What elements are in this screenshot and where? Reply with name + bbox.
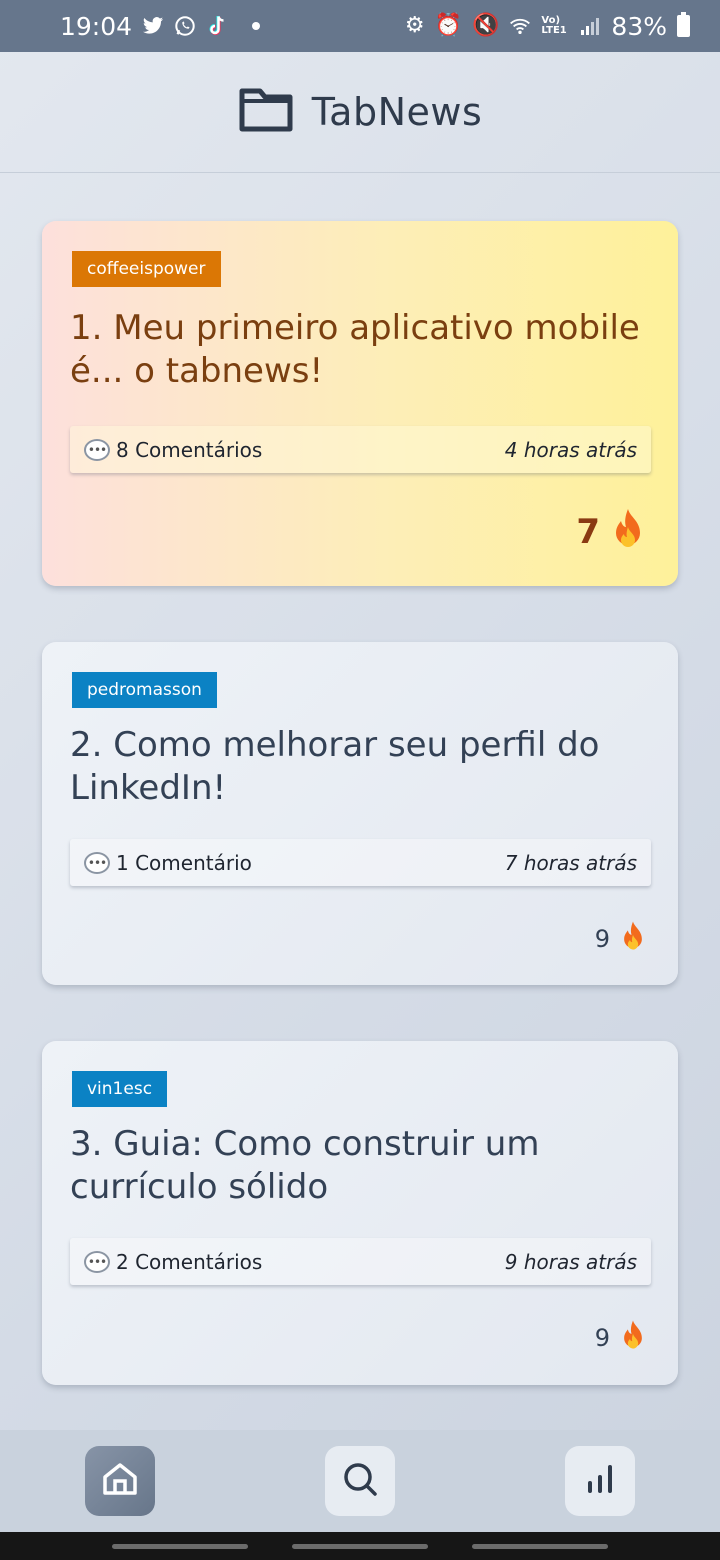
status-left: 19:04 (60, 11, 261, 41)
whatsapp-icon (174, 15, 196, 37)
comments-label: 8 Comentários (116, 437, 263, 462)
post-title[interactable]: 3. Guia: Como construir um currículo sól… (70, 1123, 644, 1209)
post-time: 9 horas atrás (504, 1249, 637, 1274)
battery-saver-icon: ⚙ (404, 13, 425, 38)
comments-label: 2 Comentários (116, 1249, 263, 1274)
status-right: ⚙ ⏰ 🔇 Vo) LTE1 83% (405, 12, 690, 41)
battery-percent: 83% (611, 11, 667, 41)
post-meta: ••• 1 Comentário 7 horas atrás (70, 839, 651, 886)
comments-label: 1 Comentário (116, 850, 252, 875)
battery-icon (677, 12, 690, 37)
home-icon (100, 1459, 140, 1503)
vote-count: 9 (594, 925, 610, 953)
post-time: 4 horas atrás (504, 437, 637, 462)
comment-icon: ••• (84, 438, 110, 461)
vote-count: 9 (594, 1324, 610, 1352)
vote-count: 7 (576, 512, 600, 552)
comment-icon: ••• (84, 851, 110, 874)
post-card[interactable]: pedromasson 2. Como melhorar seu perfil … (42, 642, 678, 985)
notification-dot-icon (252, 22, 261, 30)
vote-group[interactable]: 7 (576, 507, 648, 557)
fire-icon[interactable] (608, 507, 648, 557)
tiktok-icon (206, 15, 228, 37)
wifi-icon (509, 15, 531, 37)
fire-icon[interactable] (618, 920, 648, 958)
app-header: TabNews (0, 52, 720, 173)
twitter-icon (142, 15, 164, 37)
comment-icon: ••• (84, 1250, 110, 1273)
vote-group[interactable]: 9 (595, 920, 648, 958)
status-time: 19:04 (60, 11, 133, 41)
system-gesture-bar (0, 1532, 720, 1560)
network-label: Vo) LTE1 (541, 15, 567, 36)
comments-count[interactable]: ••• 2 Comentários (84, 1250, 262, 1274)
folder-icon[interactable] (238, 87, 294, 137)
vote-group[interactable]: 9 (595, 1319, 648, 1357)
author-badge[interactable]: vin1esc (72, 1071, 168, 1107)
post-card[interactable]: coffeeispower 1. Meu primeiro aplicativo… (42, 221, 678, 586)
post-meta: ••• 2 Comentários 9 horas atrás (70, 1238, 651, 1285)
nav-stats-button[interactable] (565, 1446, 635, 1516)
author-badge[interactable]: pedromasson (72, 672, 217, 708)
post-time: 7 horas atrás (504, 850, 637, 875)
comments-count[interactable]: ••• 8 Comentários (84, 438, 262, 462)
gesture-handle[interactable] (472, 1543, 608, 1549)
post-card[interactable]: vin1esc 3. Guia: Como construir um currí… (42, 1041, 678, 1385)
gesture-handle[interactable] (112, 1543, 248, 1549)
author-badge[interactable]: coffeeispower (72, 251, 221, 287)
signal-icon (579, 15, 601, 37)
post-title[interactable]: 1. Meu primeiro aplicativo mobile é... o… (70, 307, 644, 393)
app-title[interactable]: TabNews (312, 90, 483, 134)
comments-count[interactable]: ••• 1 Comentário (84, 851, 252, 875)
alarm-icon: ⏰ (434, 13, 463, 38)
status-bar: 19:04 ⚙ ⏰ 🔇 Vo) LTE1 83% (0, 0, 720, 52)
chart-icon (580, 1459, 620, 1503)
post-title[interactable]: 2. Como melhorar seu perfil do LinkedIn! (70, 724, 644, 810)
bottom-nav (0, 1430, 720, 1532)
mute-icon: 🔇 (472, 13, 500, 38)
post-meta: ••• 8 Comentários 4 horas atrás (70, 426, 651, 473)
nav-search-button[interactable] (325, 1446, 395, 1516)
nav-home-button[interactable] (85, 1446, 155, 1516)
fire-icon[interactable] (618, 1319, 648, 1357)
gesture-handle[interactable] (292, 1543, 428, 1549)
search-icon (340, 1459, 380, 1503)
